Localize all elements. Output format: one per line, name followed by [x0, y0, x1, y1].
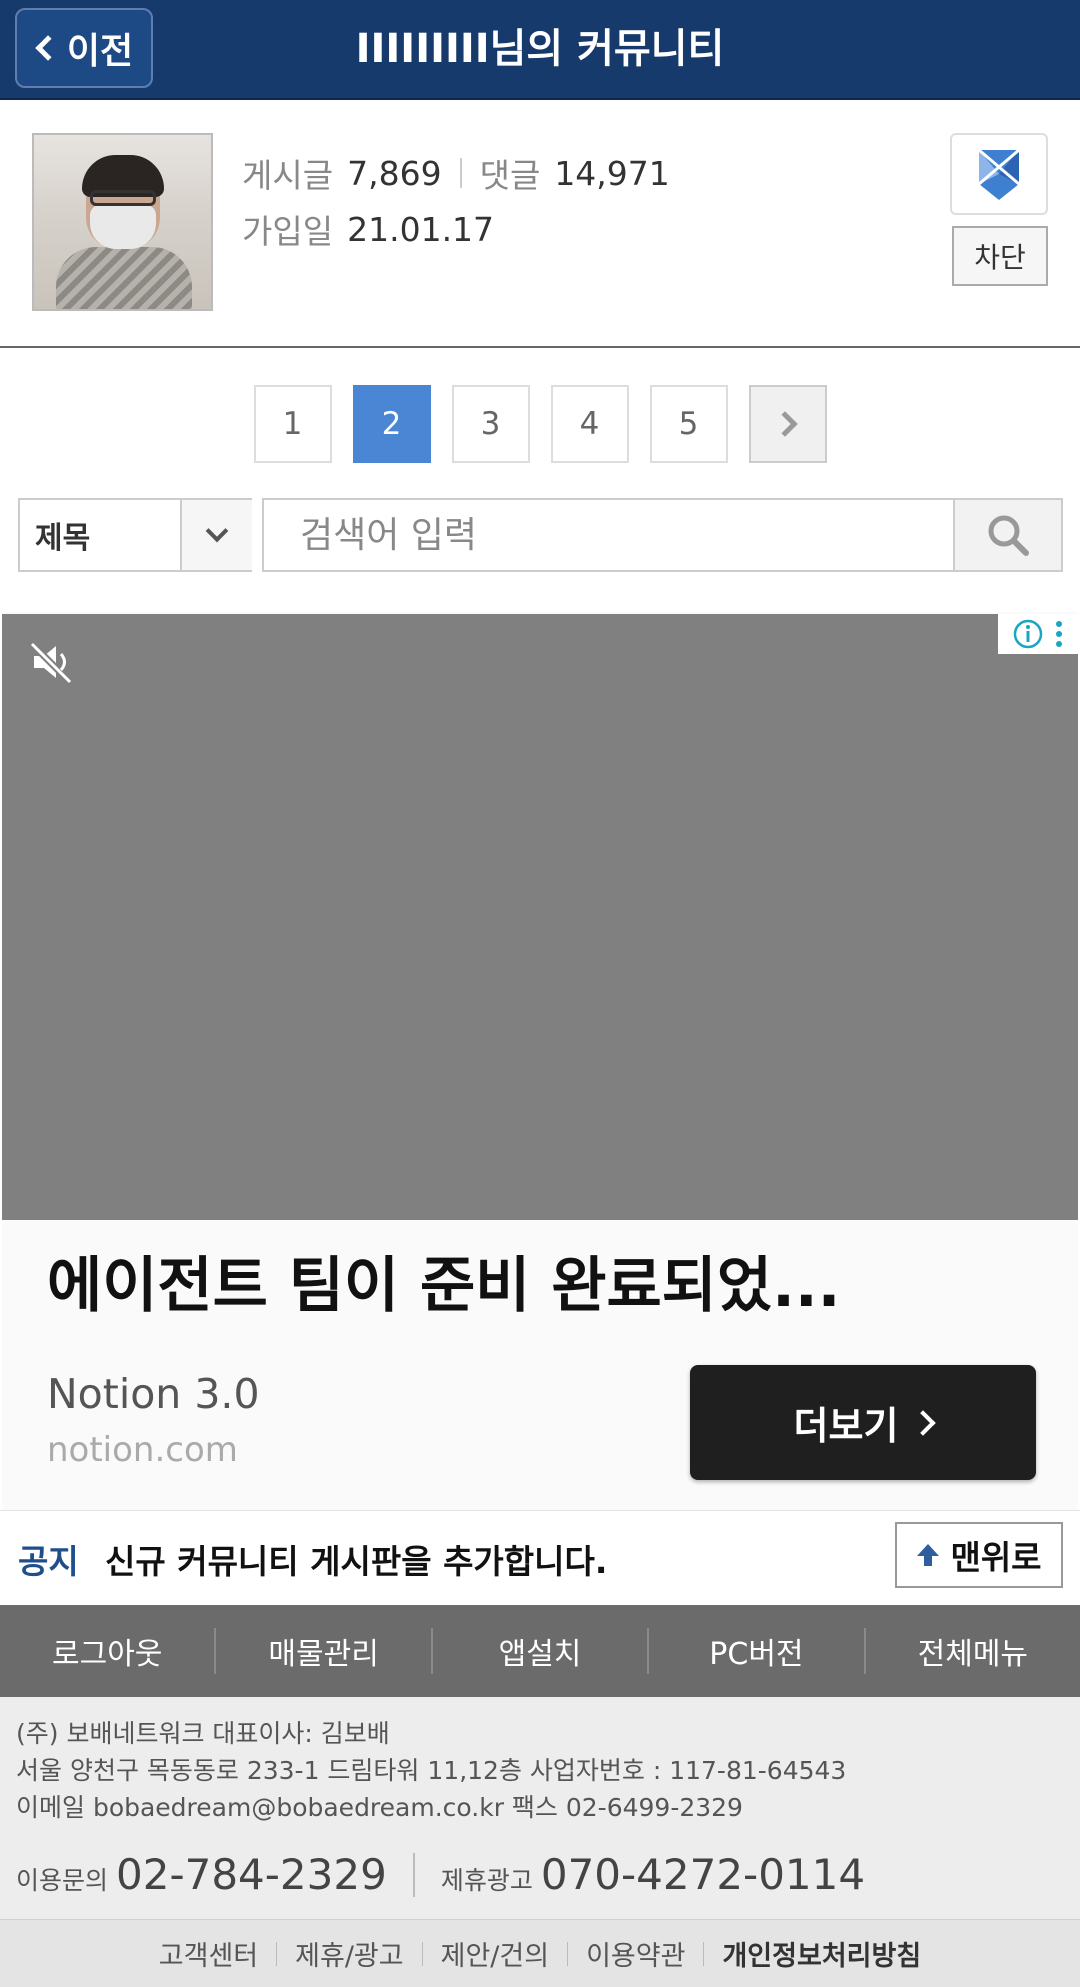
- pagination: 1 2 3 4 5: [0, 385, 1080, 465]
- posts-count: 7,869: [347, 153, 442, 193]
- profile-section: 게시글 7,869 댓글 14,971 가입일 21.01.17 차단: [0, 100, 1080, 348]
- top-bar: 이전 IIIIIIIII님의 커뮤니티: [0, 0, 1080, 100]
- footer-link-privacy[interactable]: 개인정보처리방침: [722, 1934, 921, 1973]
- search-field-select[interactable]: 제목: [18, 498, 252, 572]
- address-line: 서울 양천구 목동동로 233-1 드림타워 11,12층 사업자번호 : 11…: [16, 1755, 847, 1785]
- footer-link-suggestion[interactable]: 제안/건의: [441, 1934, 549, 1973]
- info-icon[interactable]: [1013, 619, 1043, 649]
- comments-count: 14,971: [554, 153, 670, 193]
- search-button[interactable]: [953, 498, 1063, 572]
- ad-banner[interactable]: 에이전트 팀이 준비 완료되었... Notion 3.0 notion.com…: [2, 612, 1078, 1510]
- search-field-value: 제목: [35, 521, 91, 556]
- page-5-button[interactable]: 5: [649, 385, 728, 463]
- block-button[interactable]: 차단: [952, 226, 1048, 286]
- next-page-button[interactable]: [748, 385, 827, 463]
- ad-info-bar[interactable]: [998, 614, 1078, 654]
- ad-headline[interactable]: 에이전트 팀이 준비 완료되었...: [47, 1237, 840, 1324]
- ad-more-label: 더보기: [793, 1404, 899, 1448]
- footer-link-partnership[interactable]: 제휴/광고: [295, 1934, 403, 1973]
- page-title: IIIIIIIII님의 커뮤니티: [355, 26, 725, 72]
- ad-video[interactable]: [2, 614, 1078, 1220]
- company-line: (주) 보배네트워크 대표이사: 김보배: [16, 1718, 390, 1748]
- footer-links: 고객센터 제휴/광고 제안/건의 이용약관 개인정보처리방침: [0, 1919, 1080, 1987]
- scroll-to-top-button[interactable]: 맨위로: [895, 1522, 1063, 1588]
- stats-divider: [459, 158, 462, 188]
- arrow-up-icon: [917, 1544, 940, 1566]
- comments-label: 댓글: [479, 156, 541, 195]
- footer-link-support[interactable]: 고객센터: [159, 1934, 258, 1973]
- bobaedream-logo-icon: [978, 148, 1020, 200]
- chevron-right-icon: [771, 411, 798, 437]
- avatar: [32, 133, 213, 311]
- ad-inquiry-label: 제휴광고: [440, 1866, 533, 1895]
- profile-stats: 게시글 7,869 댓글 14,971 가입일 21.01.17: [242, 145, 670, 257]
- ad-brand: Notion 3.0: [47, 1370, 260, 1418]
- footer-nav-logout[interactable]: 로그아웃: [0, 1629, 214, 1673]
- more-options-icon[interactable]: [1055, 619, 1063, 649]
- footer-nav-listings[interactable]: 매물관리: [216, 1629, 430, 1673]
- phone-row: 이용문의 02-784-2329 제휴광고 070-4272-0114: [16, 1850, 1080, 1899]
- page-2-button[interactable]: 2: [352, 385, 431, 463]
- ad-domain: notion.com: [47, 1430, 238, 1470]
- inquiry-label: 이용문의: [16, 1866, 109, 1895]
- footer-nav-install-app[interactable]: 앱설치: [433, 1629, 647, 1673]
- search-input[interactable]: [262, 498, 955, 572]
- footer-company-info: (주) 보배네트워크 대표이사: 김보배 서울 양천구 목동동로 233-1 드…: [0, 1697, 1080, 1919]
- chevron-down-icon: [180, 500, 252, 570]
- scroll-to-top-label: 맨위로: [950, 1538, 1042, 1577]
- bobaedream-logo-button[interactable]: [950, 133, 1048, 215]
- notice-tag: 공지: [18, 1541, 79, 1581]
- footer-nav: 로그아웃 매물관리 앱설치 PC버전 전체메뉴: [0, 1605, 1080, 1697]
- mute-icon[interactable]: [28, 638, 76, 686]
- inquiry-phone[interactable]: 02-784-2329: [116, 1850, 387, 1899]
- footer-nav-all-menu[interactable]: 전체메뉴: [866, 1629, 1080, 1673]
- ad-inquiry-phone[interactable]: 070-4272-0114: [541, 1850, 865, 1899]
- contact-line: 이메일 bobaedream@bobaedream.co.kr 팩스 02-64…: [16, 1792, 743, 1822]
- ad-more-button[interactable]: 더보기: [690, 1365, 1036, 1480]
- footer-nav-pc-version[interactable]: PC버전: [649, 1629, 863, 1673]
- footer-link-terms[interactable]: 이용약관: [586, 1934, 685, 1973]
- page-1-button[interactable]: 1: [253, 385, 332, 463]
- joined-label: 가입일: [242, 212, 334, 251]
- page-3-button[interactable]: 3: [451, 385, 530, 463]
- chevron-right-icon: [910, 1409, 937, 1436]
- search-icon: [988, 515, 1029, 556]
- notice-text[interactable]: 신규 커뮤니티 게시판을 추가합니다.: [105, 1511, 607, 1606]
- joined-date: 21.01.17: [347, 209, 495, 249]
- page-4-button[interactable]: 4: [550, 385, 629, 463]
- posts-label: 게시글: [242, 156, 334, 195]
